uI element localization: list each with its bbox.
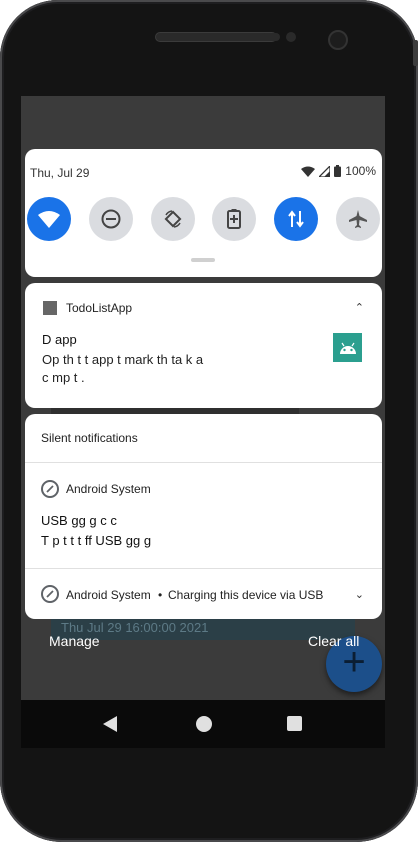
quick-settings-tiles (27, 197, 380, 241)
back-icon[interactable] (103, 716, 117, 732)
wifi-status-icon (301, 166, 316, 177)
usb-debug-line2: T p t t t ff USB gg g (41, 533, 152, 548)
battery-icon (334, 165, 342, 177)
quick-settings-panel: Thu, Jul 29 100% (25, 149, 382, 277)
android-app-icon (333, 333, 362, 362)
silent-notifications-group: Silent notifications Android System USB … (25, 414, 382, 619)
cell-signal-icon (319, 165, 331, 177)
usb-debug-line1: USB gg g c c (41, 513, 117, 528)
header-separator: • (158, 588, 163, 602)
notification-title: D app (42, 332, 77, 347)
navigation-bar (21, 700, 385, 748)
collapse-chevron-icon[interactable]: ⌃ (355, 301, 364, 314)
earpiece-speaker (155, 32, 277, 42)
tile-auto-rotate[interactable] (150, 197, 195, 241)
data-arrows-icon (288, 210, 304, 228)
usb-debug-app-name: Android System (66, 482, 151, 496)
tile-mobile-data[interactable] (274, 197, 319, 241)
divider (25, 568, 382, 569)
phone-frame: Thu Jul 29 16:00:00 2021 + Thu, Jul 29 1… (0, 0, 418, 842)
airplane-icon (348, 210, 367, 228)
power-button[interactable] (413, 40, 418, 66)
status-icons: 100% (301, 164, 376, 178)
sensor-dot (262, 33, 280, 41)
android-system-icon (41, 585, 59, 603)
tile-airplane-mode[interactable] (335, 197, 380, 241)
do-not-disturb-icon (101, 209, 121, 229)
clear-all-button[interactable]: Clear all (308, 633, 359, 649)
front-camera (328, 30, 348, 50)
todo-notification[interactable]: TodoListApp ⌃ D app Op th t t app t mark… (25, 283, 382, 408)
home-icon[interactable] (196, 716, 212, 732)
charging-text: Charging this device via USB (168, 588, 324, 602)
expand-chevron-icon[interactable]: ⌄ (355, 588, 364, 601)
manage-button[interactable]: Manage (49, 633, 100, 649)
battery-saver-icon (227, 209, 242, 229)
silent-section-header: Silent notifications (41, 431, 138, 445)
battery-percent: 100% (345, 164, 376, 178)
notification-text-line1: Op th t t app t mark th ta k a (42, 352, 204, 367)
tile-do-not-disturb[interactable] (88, 197, 133, 241)
expand-handle[interactable] (191, 258, 215, 262)
notification-text-line2: c mp t . (42, 370, 85, 385)
auto-rotate-icon (164, 210, 182, 228)
notification-app-name: TodoListApp (66, 301, 133, 315)
app-small-icon (43, 301, 57, 315)
charging-app-name: Android System (66, 588, 151, 602)
recents-icon[interactable] (287, 716, 302, 731)
divider (25, 462, 382, 463)
wifi-icon (38, 210, 60, 228)
tile-wifi[interactable] (27, 197, 71, 241)
proximity-sensor (286, 32, 296, 42)
status-date: Thu, Jul 29 (30, 166, 90, 180)
android-system-icon (41, 480, 59, 498)
tile-battery-saver[interactable] (212, 197, 257, 241)
